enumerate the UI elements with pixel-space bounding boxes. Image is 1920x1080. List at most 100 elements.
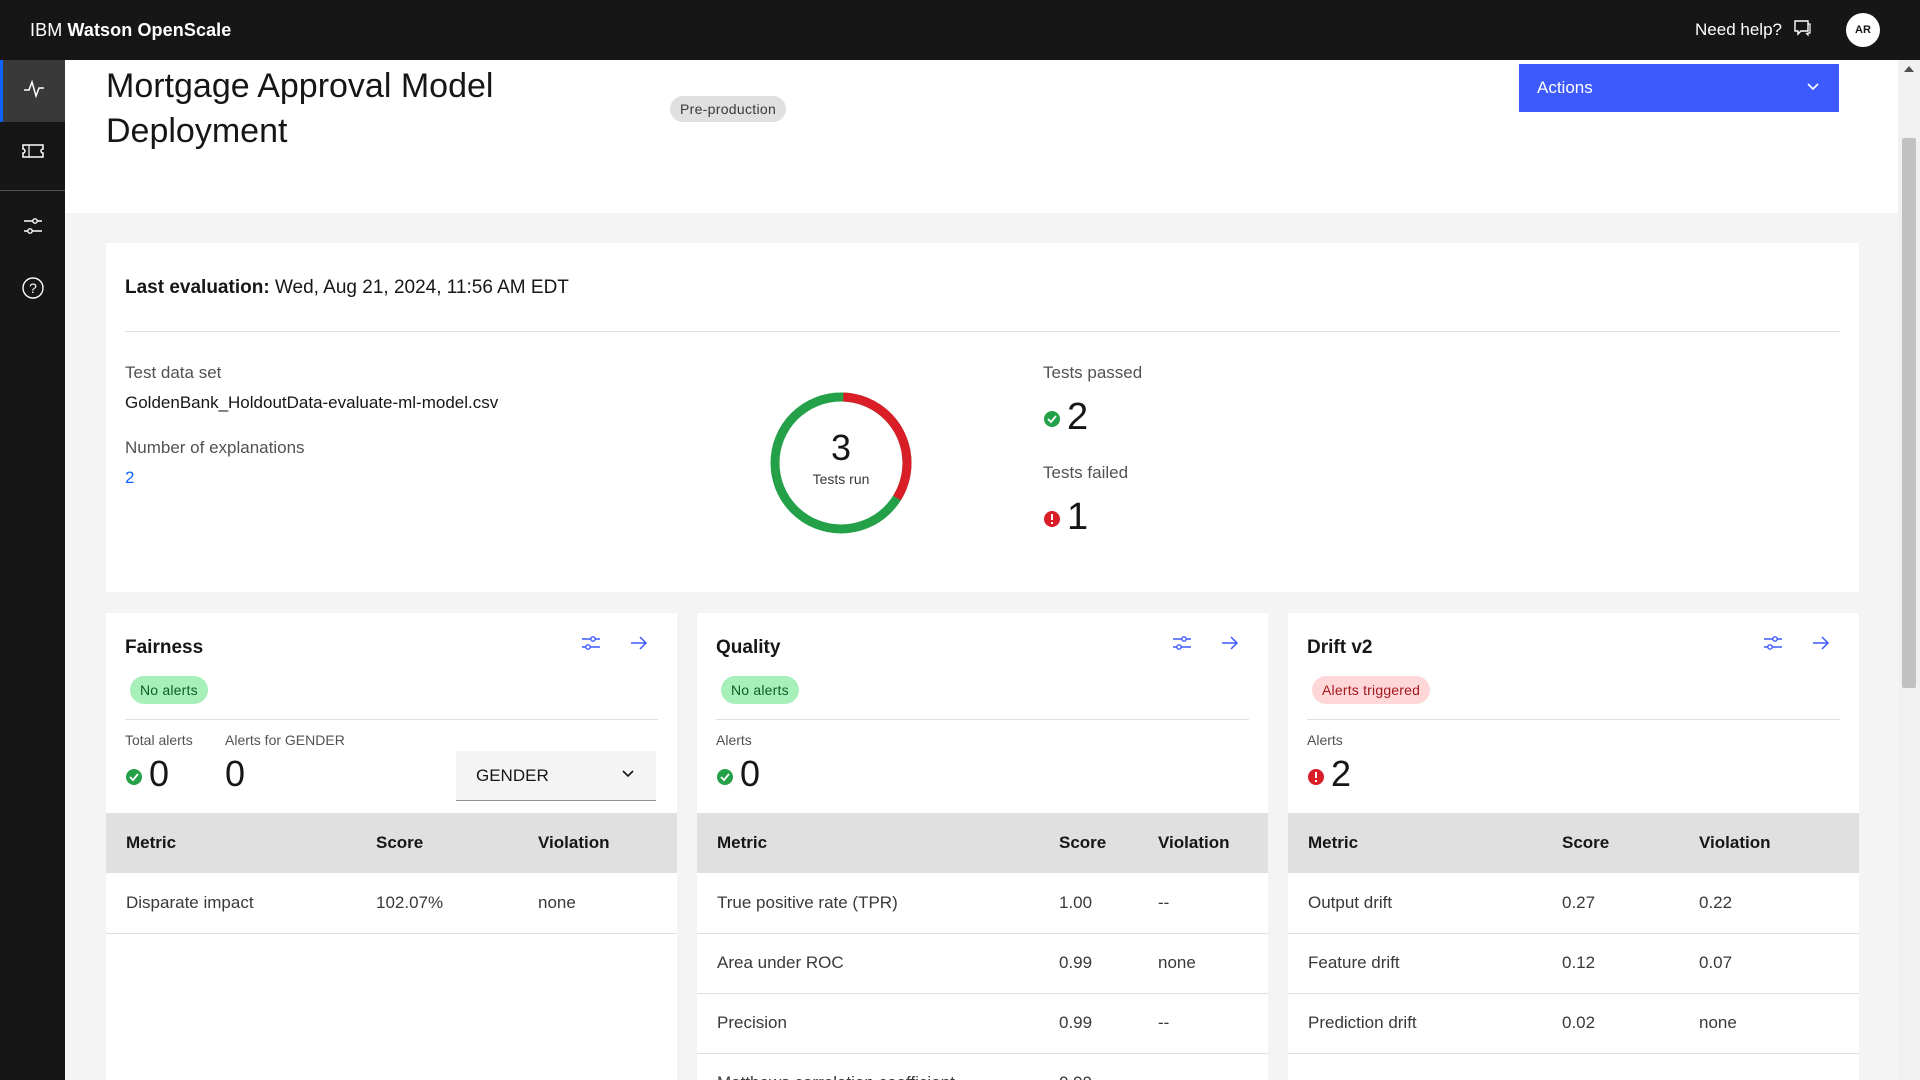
metric-score: 0.27 [1542, 873, 1679, 934]
tests-run-label: Tests run [812, 471, 870, 487]
arrow-right-icon[interactable] [1811, 633, 1831, 653]
attribute-dropdown[interactable]: GENDER [456, 751, 656, 801]
summary-divider [125, 331, 1840, 332]
status-badge: No alerts [721, 676, 799, 704]
total-alerts: 0 [125, 753, 169, 795]
environment-tag: Pre-production [670, 96, 787, 122]
alerts-for-count: 0 [225, 753, 246, 794]
alerts-for-label: Alerts for GENDER [225, 732, 345, 748]
alerts-label: Alerts [716, 732, 752, 748]
configure-icon[interactable] [1172, 633, 1192, 653]
sidebar-item-help[interactable]: ? [0, 259, 65, 321]
tests-passed-label: Tests passed [1043, 363, 1143, 382]
sidebar-item-ticket[interactable] [0, 122, 65, 184]
metric-violation: none [1138, 933, 1268, 994]
table-row[interactable]: Prediction drift 0.02 none [1288, 993, 1859, 1054]
sidebar-divider [0, 190, 65, 191]
card-divider [716, 719, 1249, 720]
tests-failed-label: Tests failed [1043, 463, 1129, 482]
actions-button[interactable]: Actions [1519, 64, 1839, 112]
fairness-card: Fairness No alerts Total alerts 0 Alerts… [106, 613, 677, 1080]
metric-violation: 0.07 [1679, 933, 1859, 994]
alerts-count: 0 [716, 753, 760, 795]
brand-logo[interactable]: IBM Watson OpenScale [30, 20, 231, 41]
user-avatar[interactable]: AR [1846, 13, 1880, 47]
metric-score: 0.99 [1039, 1053, 1138, 1080]
metric-name: Disparate impact [106, 873, 356, 934]
table-row[interactable]: True positive rate (TPR) 1.00 -- [697, 873, 1268, 934]
sidebar-item-configure[interactable] [0, 197, 65, 259]
metric-violation: none [518, 873, 677, 934]
card-title: Fairness [125, 637, 204, 658]
metric-name: Feature drift [1288, 933, 1542, 994]
activity-icon [22, 77, 46, 106]
metric-name: True positive rate (TPR) [697, 873, 1039, 934]
table-row[interactable]: Disparate impact 102.07% none [106, 873, 677, 934]
page-scrollbar[interactable] [1898, 60, 1920, 1080]
chat-icon [1792, 18, 1812, 43]
table-row[interactable]: Precision 0.99 -- [697, 993, 1268, 1054]
arrow-right-icon[interactable] [629, 633, 649, 653]
metrics-table: Metric Score Violation Output drift 0.27… [1288, 813, 1859, 1054]
metric-name: Prediction drift [1288, 993, 1542, 1054]
last-evaluation: Last evaluation: Wed, Aug 21, 2024, 11:5… [125, 277, 569, 298]
page-title: Mortgage Approval Model Deployment [106, 67, 494, 150]
metric-score: 0.02 [1542, 993, 1679, 1054]
test-data-label: Test data set [125, 363, 222, 382]
metric-name: Area under ROC [697, 933, 1039, 994]
card-divider [1307, 719, 1840, 720]
metric-violation: none [1679, 993, 1859, 1054]
scroll-thumb[interactable] [1902, 138, 1916, 688]
checkmark-icon [125, 753, 143, 795]
card-actions [1763, 633, 1831, 653]
chevron-down-icon [1805, 78, 1821, 99]
table-header-row: Metric Score Violation [106, 813, 677, 873]
metric-violation: 0.22 [1679, 873, 1859, 934]
configure-icon[interactable] [581, 633, 601, 653]
metrics-table: Metric Score Violation True positive rat… [697, 813, 1268, 1080]
table-row[interactable]: Feature drift 0.12 0.07 [1288, 933, 1859, 994]
status-badge: No alerts [130, 676, 208, 704]
card-actions [1172, 633, 1240, 653]
alerts-label: Alerts [1307, 732, 1343, 748]
column-header: Metric [1288, 813, 1542, 873]
checkmark-icon [1043, 395, 1061, 438]
configure-icon[interactable] [1763, 633, 1783, 653]
column-header: Score [356, 813, 518, 873]
sidebar-item-activity[interactable] [0, 60, 65, 122]
column-header: Metric [106, 813, 356, 873]
ticket-icon [21, 139, 45, 168]
tests-run-count: 3 [830, 427, 852, 468]
column-header: Metric [697, 813, 1039, 873]
explanations-label: Number of explanations [125, 438, 305, 457]
status-badge: Alerts triggered [1312, 676, 1431, 704]
metric-score: 0.99 [1039, 933, 1138, 994]
card-divider [125, 719, 658, 720]
metric-name: Output drift [1288, 873, 1542, 934]
test-data-value: GoldenBank_HoldoutData-evaluate-ml-model… [125, 393, 499, 412]
card-actions [581, 633, 649, 653]
error-icon [1307, 753, 1325, 795]
alerts-count: 2 [1307, 753, 1351, 795]
metric-score: 0.99 [1039, 993, 1138, 1054]
table-row[interactable]: Matthews correlation coefficient 0.99 [697, 1053, 1268, 1080]
scroll-up-icon[interactable] [1904, 66, 1914, 72]
need-help-button[interactable]: Need help? [1695, 18, 1812, 43]
column-header: Score [1039, 813, 1138, 873]
metric-violation [1138, 1053, 1268, 1080]
svg-text:?: ? [29, 280, 37, 296]
arrow-right-icon[interactable] [1220, 633, 1240, 653]
metrics-table: Metric Score Violation Disparate impact … [106, 813, 677, 934]
card-title: Drift v2 [1307, 637, 1373, 658]
checkmark-icon [716, 753, 734, 795]
metric-name: Precision [697, 993, 1039, 1054]
metric-score: 102.07% [356, 873, 518, 934]
column-header: Violation [518, 813, 677, 873]
table-row[interactable]: Area under ROC 0.99 none [697, 933, 1268, 994]
table-row[interactable]: Output drift 0.27 0.22 [1288, 873, 1859, 934]
table-header-row: Metric Score Violation [697, 813, 1268, 873]
card-title: Quality [716, 637, 781, 658]
metric-violation: -- [1138, 993, 1268, 1054]
explanations-link[interactable]: 2 [125, 468, 134, 488]
sidebar: ? [0, 60, 65, 1080]
